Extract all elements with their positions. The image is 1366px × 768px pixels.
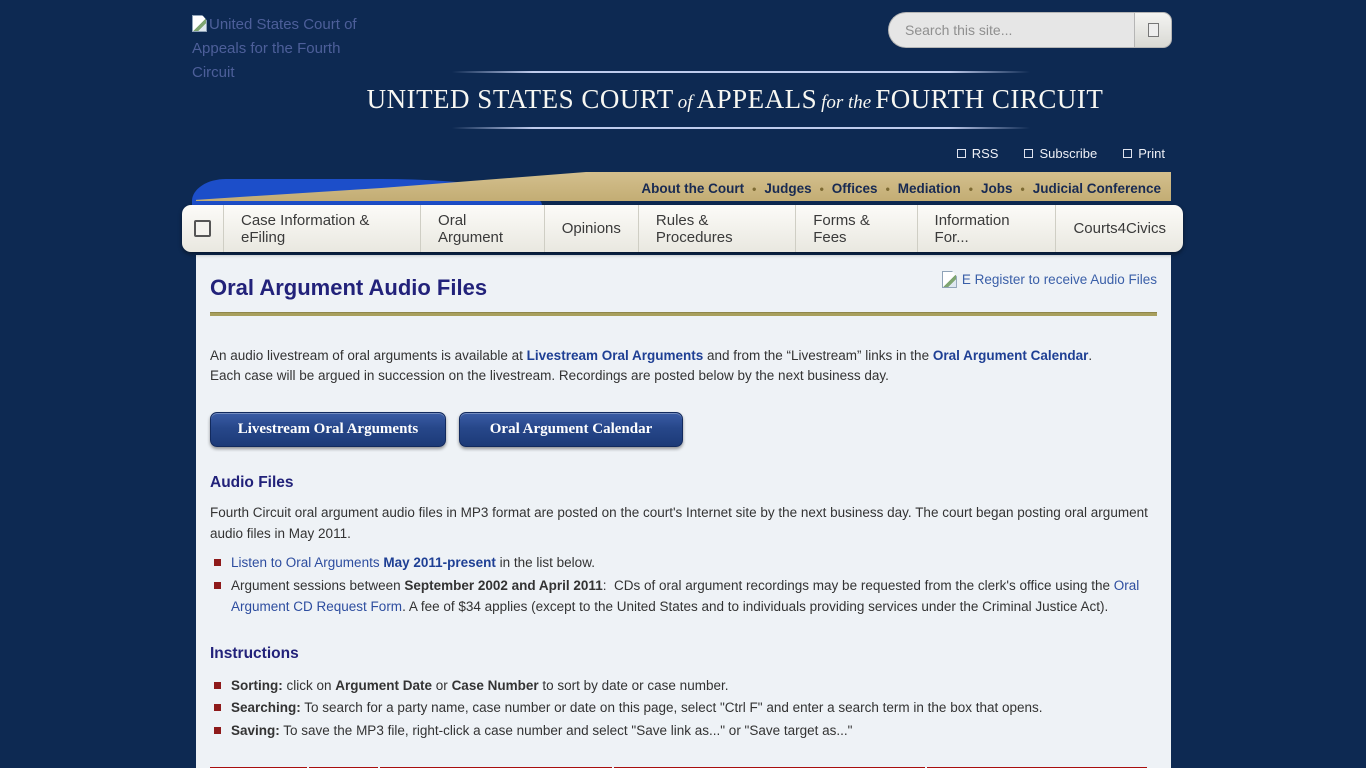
tab-forms-fees[interactable]: Forms & Fees — [795, 205, 916, 252]
list-item: Argument sessions between September 2002… — [210, 575, 1157, 618]
main-nav: Case Information & eFiling Oral Argument… — [182, 205, 1183, 252]
rss-icon — [957, 149, 966, 158]
instructions-heading: Instructions — [210, 645, 1157, 663]
print-icon — [1123, 149, 1132, 158]
oral-argument-calendar-link[interactable]: Oral Argument Calendar — [933, 348, 1089, 363]
topnav-separator: • — [744, 182, 764, 196]
home-icon — [194, 220, 211, 237]
audio-files-heading: Audio Files — [210, 474, 1157, 492]
search-button[interactable] — [1134, 12, 1172, 48]
list-item: Searching: To search for a party name, c… — [210, 697, 1157, 719]
topnav-about-the-court[interactable]: About the Court — [641, 181, 744, 196]
tab-courts4civics[interactable]: Courts4Civics — [1055, 205, 1183, 252]
title-divider — [210, 312, 1157, 316]
content-panel: E Register to receive Audio Files Oral A… — [196, 255, 1171, 768]
rss-link[interactable]: RSS — [957, 146, 999, 161]
livestream-oral-arguments-button[interactable]: Livestream Oral Arguments — [210, 412, 446, 447]
audio-files-paragraph: Fourth Circuit oral argument audio files… — [210, 502, 1157, 544]
subscribe-icon — [1024, 149, 1033, 158]
page-background: United States Court of Appeals for the F… — [0, 0, 1366, 768]
intro-paragraph: An audio livestream of oral arguments is… — [210, 346, 1157, 386]
banner-divider-bottom — [452, 127, 1030, 129]
bullet-square-icon — [214, 682, 221, 689]
tab-oral-argument[interactable]: Oral Argument — [420, 205, 544, 252]
oral-argument-calendar-button[interactable]: Oral Argument Calendar — [459, 412, 683, 447]
listen-to-oral-arguments-link[interactable]: Listen to Oral Arguments — [231, 555, 383, 570]
site-logo-link[interactable]: United States Court of Appeals for the F… — [192, 13, 367, 85]
list-item: Listen to Oral Arguments May 2011-presen… — [210, 552, 1157, 574]
search-input[interactable] — [888, 12, 1134, 48]
broken-image-icon — [942, 271, 957, 288]
broken-image-icon — [192, 15, 207, 32]
topnav-jobs[interactable]: Jobs — [981, 181, 1013, 196]
topnav-judicial-conference[interactable]: Judicial Conference — [1033, 181, 1161, 196]
topnav-mediation[interactable]: Mediation — [898, 181, 961, 196]
topnav-judges[interactable]: Judges — [764, 181, 811, 196]
tab-information-for[interactable]: Information For... — [917, 205, 1056, 252]
site-banner-title: UNITED STATES COURTofAPPEALSfor theFOURT… — [330, 84, 1140, 115]
utility-links: RSS Subscribe Print — [957, 146, 1165, 161]
bullet-square-icon — [214, 559, 221, 566]
topnav-separator: • — [961, 182, 981, 196]
bullet-square-icon — [214, 582, 221, 589]
topnav-separator: • — [1013, 182, 1033, 196]
livestream-oral-arguments-link[interactable]: Livestream Oral Arguments — [527, 348, 704, 363]
topnav-separator: • — [812, 182, 832, 196]
banner-text: UNITED STATES COURT — [367, 84, 674, 114]
subscribe-link[interactable]: Subscribe — [1024, 146, 1097, 161]
print-link[interactable]: Print — [1123, 146, 1165, 161]
top-nav: About the Court•Judges•Offices•Mediation… — [641, 181, 1161, 196]
tab-case-information-efiling[interactable]: Case Information & eFiling — [223, 205, 420, 252]
list-item: Sorting: click on Argument Date or Case … — [210, 675, 1157, 697]
instructions-bullets: Sorting: click on Argument Date or Case … — [210, 675, 1157, 742]
banner-divider-top — [452, 71, 1030, 73]
register-audio-files-link[interactable]: E Register to receive Audio Files — [942, 271, 1157, 288]
list-item: Saving: To save the MP3 file, right-clic… — [210, 720, 1157, 742]
bullet-square-icon — [214, 727, 221, 734]
site-search — [888, 12, 1172, 48]
search-icon — [1148, 23, 1159, 37]
audio-files-bullets: Listen to Oral Arguments May 2011-presen… — [210, 552, 1157, 618]
may-2011-present-link[interactable]: May 2011-present — [383, 555, 496, 570]
topnav-separator: • — [878, 182, 898, 196]
bullet-square-icon — [214, 704, 221, 711]
topnav-offices[interactable]: Offices — [832, 181, 878, 196]
button-row: Livestream Oral Arguments Oral Argument … — [210, 412, 1157, 447]
nav-home-tab[interactable] — [182, 205, 223, 252]
tab-opinions[interactable]: Opinions — [544, 205, 638, 252]
tab-rules-procedures[interactable]: Rules & Procedures — [638, 205, 795, 252]
site-logo-alt-text: United States Court of Appeals for the F… — [192, 16, 357, 81]
